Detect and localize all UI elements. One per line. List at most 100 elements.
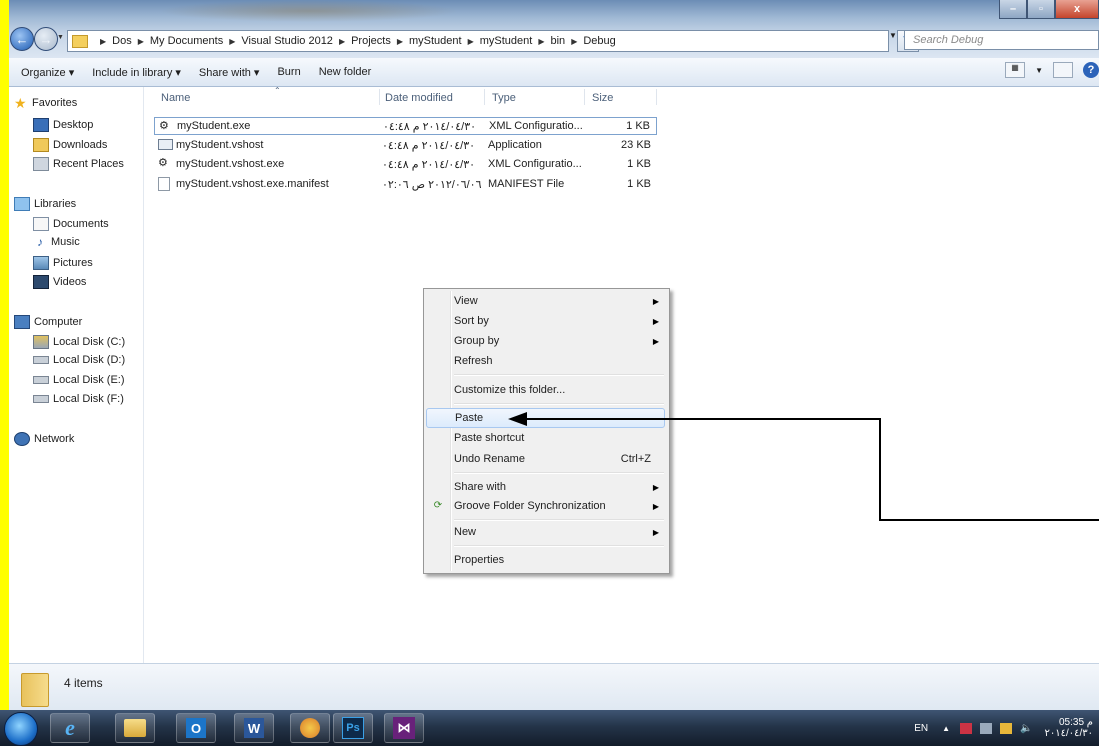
nav-videos[interactable]: Videos <box>33 275 86 289</box>
power-icon[interactable] <box>1000 722 1013 734</box>
column-type[interactable]: Type <box>492 92 516 104</box>
change-view-icon[interactable]: ▦ <box>1005 62 1026 78</box>
address-history-dropdown[interactable]: ▼ <box>889 31 897 40</box>
show-hidden-icons-icon[interactable]: ▲ <box>942 724 950 733</box>
taskbar-photoshop[interactable]: Ps <box>333 713 373 743</box>
search-box[interactable]: Search Debug <box>904 30 1099 50</box>
file-row[interactable]: ⚙ myStudent.vshost.exe ٢٠١٤/٠٤/٣٠ م ٠٤:٤… <box>154 155 657 173</box>
organize-menu[interactable]: Organize ▾ <box>21 66 74 79</box>
taskbar-outlook[interactable]: O <box>176 713 216 743</box>
new-folder-button[interactable]: New folder <box>319 66 372 78</box>
preview-pane-icon[interactable] <box>1053 62 1073 78</box>
share-with-menu[interactable]: Share with ▾ <box>199 66 260 79</box>
menu-item-share-with[interactable]: Share with ▶ <box>426 477 665 497</box>
forward-button[interactable]: → <box>34 27 58 51</box>
burn-button[interactable]: Burn <box>277 66 300 78</box>
column-name[interactable]: Name <box>161 92 190 104</box>
menu-item-view[interactable]: View ▶ <box>426 291 665 311</box>
disk-icon <box>33 395 49 403</box>
menu-item-groove-sync[interactable]: ⟳ Groove Folder Synchronization ▶ <box>426 496 665 516</box>
nav-recent-places[interactable]: Recent Places <box>33 157 124 171</box>
menu-label: Refresh <box>454 355 493 367</box>
start-button[interactable] <box>4 712 38 746</box>
network-tray-icon[interactable] <box>980 722 993 734</box>
taskbar-internet-explorer[interactable]: e <box>50 713 90 743</box>
breadcrumb-item[interactable]: Debug <box>583 35 615 47</box>
file-row[interactable]: myStudent.vshost.exe.manifest ٢٠١٢/٠٦/٠٦… <box>154 175 657 193</box>
nav-computer[interactable]: Computer <box>14 315 82 329</box>
column-divider[interactable] <box>484 89 485 105</box>
nav-disk-d[interactable]: Local Disk (D:) <box>33 354 125 366</box>
nav-documents[interactable]: Documents <box>33 217 109 231</box>
menu-item-sort-by[interactable]: Sort by ▶ <box>426 311 665 331</box>
breadcrumb-item[interactable]: My Documents <box>150 35 223 47</box>
nav-libraries[interactable]: Libraries <box>14 197 76 211</box>
menu-item-customize-folder[interactable]: Customize this folder... <box>426 380 665 400</box>
menu-item-properties[interactable]: Properties <box>426 550 665 570</box>
breadcrumb-item[interactable]: bin <box>551 35 566 47</box>
chevron-right-icon[interactable]: ▶ <box>538 37 544 46</box>
menu-item-group-by[interactable]: Group by ▶ <box>426 331 665 351</box>
menu-separator <box>454 374 664 376</box>
folder-icon <box>72 34 88 48</box>
minimize-button[interactable]: – <box>999 0 1027 19</box>
nav-disk-e[interactable]: Local Disk (E:) <box>33 374 125 386</box>
nav-disk-c[interactable]: Local Disk (C:) <box>33 335 125 349</box>
help-icon[interactable]: ? <box>1083 62 1099 78</box>
volume-icon[interactable]: 🔈 <box>1020 723 1032 734</box>
breadcrumb-item[interactable]: Dos <box>112 35 132 47</box>
action-center-icon[interactable] <box>960 722 973 734</box>
nav-pictures[interactable]: Pictures <box>33 256 93 270</box>
taskbar-paint[interactable] <box>290 713 330 743</box>
column-divider[interactable] <box>379 89 380 105</box>
chevron-right-icon[interactable]: ▶ <box>468 37 474 46</box>
view-dropdown-icon[interactable]: ▼ <box>1035 66 1043 75</box>
menu-item-paste[interactable]: Paste <box>426 408 665 428</box>
clock[interactable]: 05:35 م ٢٠١٤/٠٤/٣٠ <box>1044 717 1093 739</box>
nav-favorites[interactable]: ★ Favorites <box>14 96 77 110</box>
clock-time: 05:35 م <box>1058 717 1093 728</box>
file-row[interactable]: myStudent.vshost ٢٠١٤/٠٤/٣٠ م ٠٤:٤٨ Appl… <box>154 136 657 154</box>
column-date-modified[interactable]: Date modified <box>385 92 453 104</box>
chevron-right-icon[interactable]: ▶ <box>571 37 577 46</box>
menu-shortcut: Ctrl+Z <box>620 453 651 465</box>
back-button[interactable]: ← <box>10 27 34 51</box>
system-tray: EN ▲ 🔈 05:35 م ٢٠١٤/٠٤/٣٠ <box>914 710 1099 746</box>
address-bar[interactable]: ▶ Dos ▶ My Documents ▶ Visual Studio 201… <box>67 30 889 52</box>
taskbar-visual-studio[interactable]: ⋈ <box>384 713 424 743</box>
recent-pages-dropdown[interactable]: ▼ <box>57 34 64 41</box>
breadcrumb-item[interactable]: Projects <box>351 35 391 47</box>
maximize-button[interactable]: ▫ <box>1027 0 1055 19</box>
language-indicator[interactable]: EN <box>914 723 928 734</box>
nav-downloads[interactable]: Downloads <box>33 138 107 152</box>
close-button[interactable]: x <box>1055 0 1099 19</box>
nav-network[interactable]: Network <box>14 432 74 446</box>
chevron-right-icon[interactable]: ▶ <box>397 37 403 46</box>
breadcrumb-item[interactable]: Visual Studio 2012 <box>241 35 333 47</box>
chevron-right-icon[interactable]: ▶ <box>229 37 235 46</box>
menu-item-refresh[interactable]: Refresh <box>426 351 665 371</box>
breadcrumb-item[interactable]: myStudent <box>409 35 462 47</box>
column-size[interactable]: Size <box>592 92 613 104</box>
nav-desktop[interactable]: Desktop <box>33 118 93 132</box>
breadcrumb-item[interactable]: myStudent <box>480 35 533 47</box>
chevron-right-icon[interactable]: ▶ <box>138 37 144 46</box>
column-divider[interactable] <box>584 89 585 105</box>
libraries-icon <box>14 197 30 211</box>
column-divider[interactable] <box>656 89 657 105</box>
menu-item-undo-rename[interactable]: Undo Rename Ctrl+Z <box>426 449 665 469</box>
menu-label: Paste shortcut <box>454 432 525 444</box>
command-bar: Organize ▾ Include in library ▾ Share wi… <box>9 58 1099 87</box>
taskbar-word[interactable]: W <box>234 713 274 743</box>
chevron-right-icon[interactable]: ▶ <box>339 37 345 46</box>
include-in-library-menu[interactable]: Include in library ▾ <box>92 66 181 79</box>
nav-disk-f[interactable]: Local Disk (F:) <box>33 393 124 405</box>
file-name: myStudent.vshost.exe.manifest <box>176 178 329 190</box>
nav-music[interactable]: ♪ Music <box>33 236 80 248</box>
taskbar-explorer[interactable] <box>115 713 155 743</box>
file-type: MANIFEST File <box>488 178 565 190</box>
file-row[interactable]: ⚙ myStudent.exe ٢٠١٤/٠٤/٣٠ م ٠٤:٤٨ XML C… <box>154 117 657 135</box>
file-size: 23 KB <box>621 139 651 151</box>
menu-item-new[interactable]: New ▶ <box>426 522 665 542</box>
menu-item-paste-shortcut[interactable]: Paste shortcut <box>426 428 665 448</box>
